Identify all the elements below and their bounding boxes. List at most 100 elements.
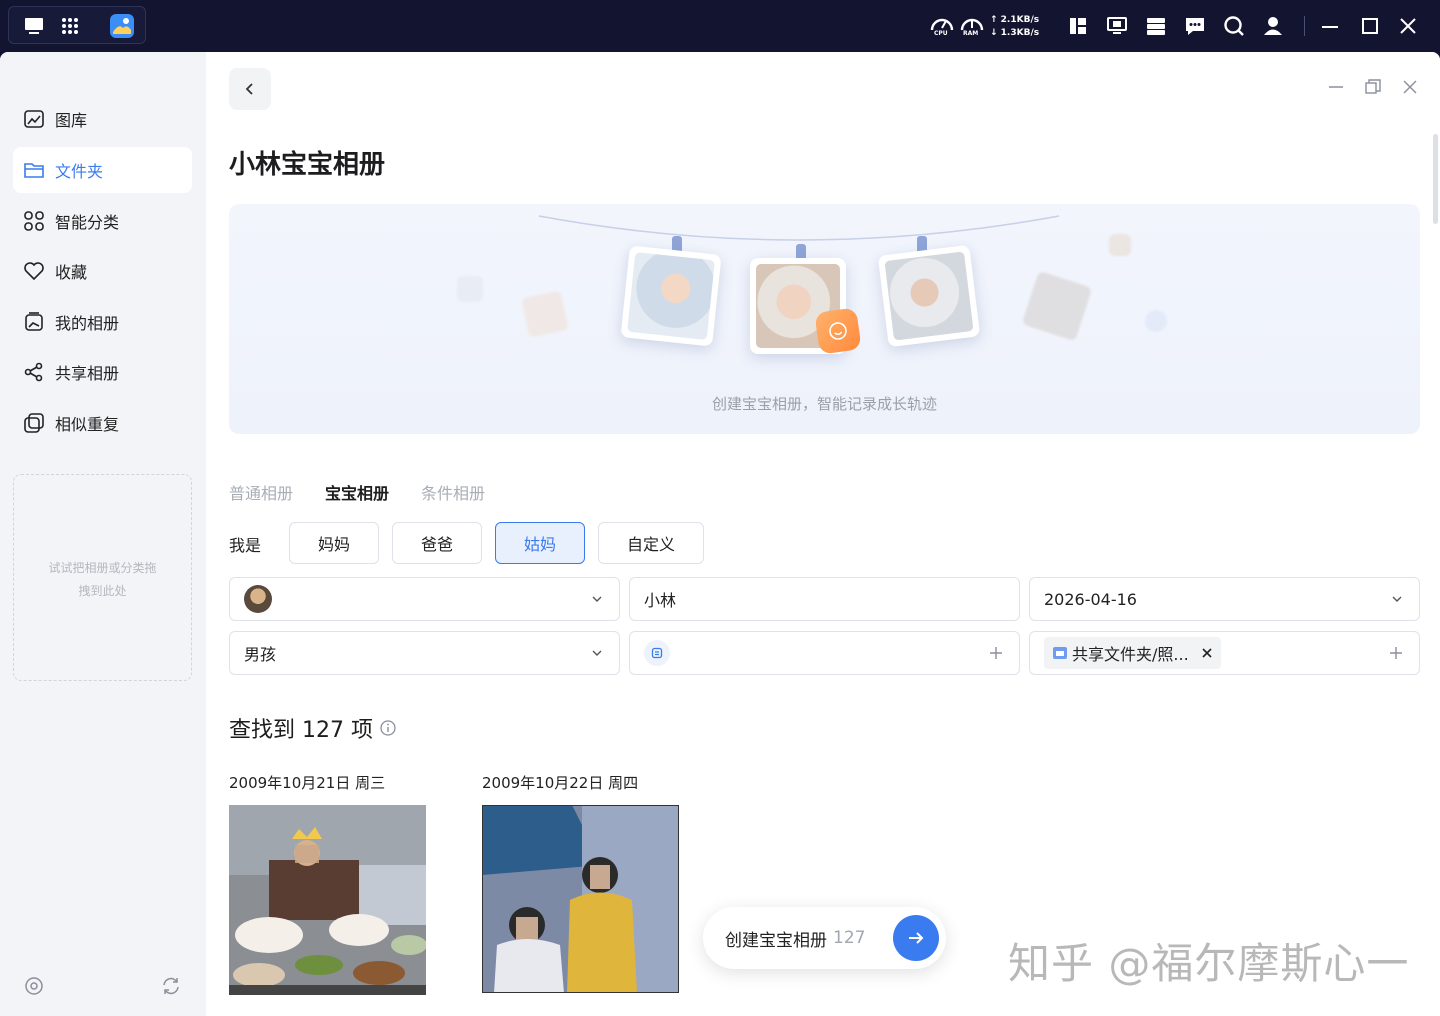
sidebar-item-favorites[interactable]: 收藏 (13, 248, 192, 294)
folder-icon (24, 163, 44, 178)
settings-icon[interactable] (23, 975, 45, 997)
shared-folder-icon (1053, 647, 1067, 659)
sidebar-item-label: 收藏 (55, 263, 88, 282)
results-count-text: 查找到 127 项 (229, 718, 373, 743)
sidebar-item-label: 图库 (55, 111, 88, 130)
cpu-label: CPU (934, 30, 948, 37)
sidebar-item-folder[interactable]: 文件夹 (13, 147, 192, 193)
tab-baby-album[interactable]: 宝宝相册 (325, 480, 389, 504)
baby-badge-icon (814, 307, 862, 355)
sidebar-item-label: 智能分类 (55, 213, 120, 232)
window-close-icon[interactable] (1401, 78, 1419, 96)
scrollbar[interactable] (1433, 134, 1438, 224)
window-minimize-icon[interactable] (1327, 78, 1345, 96)
chevron-down-icon (592, 596, 602, 602)
sidebar-item-label: 相似重复 (55, 415, 120, 434)
photo-thumbnail[interactable] (482, 805, 679, 993)
children-photo-image (482, 805, 679, 993)
album-icon (25, 312, 43, 331)
desktop-icon[interactable] (21, 13, 47, 39)
birth-date-value: 2026-04-16 (1044, 589, 1137, 609)
decor-blur-2 (521, 290, 569, 338)
share-icon (24, 362, 43, 382)
folder-chip-label: 共享文件夹/照... (1072, 645, 1189, 664)
folder-chip[interactable]: 共享文件夹/照... (1044, 637, 1221, 669)
sidebar-item-duplicates[interactable]: 相似重复 (13, 400, 192, 446)
album-type-tabs: 普通相册 宝宝相册 条件相册 (229, 480, 517, 504)
taskbar-divider (1304, 16, 1305, 36)
date-group-header: 2009年10月21日 周三 (229, 774, 386, 792)
source-folder-field[interactable]: 共享文件夹/照... (1029, 631, 1420, 675)
user-icon[interactable] (1259, 12, 1287, 40)
birthday-photo-image (229, 805, 426, 995)
page-title: 小林宝宝相册 (229, 150, 386, 180)
sidebar: 图库 文件夹 智能分类 收藏 我的相册 共享相册 相似重复 试试把相册或分类拖 (0, 52, 206, 1016)
decor-blur-5 (1145, 310, 1167, 332)
add-folder-plus-icon[interactable] (1387, 644, 1405, 662)
role-aunt-button[interactable]: 姑妈 (495, 522, 585, 564)
apps-grid-icon[interactable] (57, 13, 83, 39)
tab-normal-album[interactable]: 普通相册 (229, 480, 293, 504)
baby-avatar-select[interactable] (229, 577, 620, 621)
role-father-button[interactable]: 爸爸 (392, 522, 482, 564)
duplicate-icon (24, 413, 44, 433)
widgets-icon[interactable] (1064, 12, 1092, 40)
upload-speed: ↑ 2.1KB/s (990, 15, 1040, 25)
photos-app-icon[interactable] (109, 13, 135, 39)
gender-value: 男孩 (244, 645, 277, 664)
face-tag-field[interactable] (629, 631, 1020, 675)
sidebar-item-smart-category[interactable]: 智能分类 (13, 198, 192, 244)
sidebar-item-my-albums[interactable]: 我的相册 (13, 299, 192, 345)
grid-icon (24, 211, 44, 231)
results-count: 查找到 127 项 (229, 712, 397, 744)
back-button[interactable] (229, 68, 271, 110)
arrow-right-icon[interactable] (893, 915, 939, 961)
window-restore-icon[interactable] (1364, 78, 1382, 96)
sidebar-dropzone[interactable]: 试试把相册或分类拖 拽到此处 (13, 474, 192, 681)
create-baby-album-button[interactable]: 创建宝宝相册 127 (703, 907, 946, 969)
create-button-count: 127 (833, 928, 866, 948)
sidebar-item-label: 我的相册 (55, 314, 120, 333)
baby-name-value: 小林 (644, 591, 677, 610)
create-button-label: 创建宝宝相册 (725, 930, 827, 951)
gender-select[interactable]: 男孩 (229, 631, 620, 675)
network-speed: ↑ 2.1KB/s ↓ 1.3KB/s (990, 14, 1039, 40)
remove-chip-icon[interactable] (1201, 647, 1213, 659)
tab-conditional-album[interactable]: 条件相册 (421, 480, 485, 504)
refresh-icon[interactable] (160, 975, 182, 997)
avatar (244, 585, 272, 613)
dropzone-hint-line1: 试试把相册或分类拖 (48, 561, 157, 575)
hero-photo-3 (877, 244, 981, 348)
os-taskbar: CPU RAM ↑ 2.1KB/s ↓ 1.3KB/s (0, 0, 1440, 52)
launcher-group (8, 6, 146, 44)
messages-icon[interactable] (1181, 12, 1209, 40)
server-icon[interactable] (1142, 12, 1170, 40)
main-panel: 小林宝宝相册 创建宝宝相册，智能记录成长轨迹 普通相册 宝宝相册 条件相册 我是… (206, 52, 1440, 1016)
sidebar-item-gallery[interactable]: 图库 (13, 96, 192, 142)
photo-thumbnail[interactable] (229, 805, 426, 995)
sidebar-item-shared-albums[interactable]: 共享相册 (13, 349, 192, 395)
baby-name-field[interactable]: 小林 (629, 577, 1020, 621)
os-close-icon[interactable] (1394, 12, 1422, 40)
remote-desktop-icon[interactable] (1103, 12, 1131, 40)
role-label: 我是 (229, 536, 262, 555)
chevron-down-icon (1392, 596, 1402, 602)
birth-date-picker[interactable]: 2026-04-16 (1029, 577, 1420, 621)
ram-label: RAM (963, 30, 979, 37)
search-icon[interactable] (1220, 12, 1248, 40)
photos-app-window: 图库 文件夹 智能分类 收藏 我的相册 共享相册 相似重复 试试把相册或分类拖 (0, 52, 1440, 1016)
os-maximize-icon[interactable] (1356, 12, 1384, 40)
add-face-plus-icon[interactable] (987, 644, 1005, 662)
sidebar-item-label: 共享相册 (55, 364, 120, 383)
heart-icon (24, 262, 44, 281)
os-minimize-icon[interactable] (1316, 12, 1344, 40)
baby-album-hero-banner: 创建宝宝相册，智能记录成长轨迹 (229, 204, 1420, 434)
role-custom-button[interactable]: 自定义 (598, 522, 704, 564)
date-group-header: 2009年10月22日 周四 (482, 774, 639, 792)
download-speed: ↓ 1.3KB/s (990, 28, 1040, 38)
face-tag-icon (644, 640, 670, 666)
hero-photo-1 (620, 245, 722, 347)
gallery-icon (24, 110, 44, 128)
info-icon[interactable] (379, 719, 397, 737)
role-mother-button[interactable]: 妈妈 (289, 522, 379, 564)
